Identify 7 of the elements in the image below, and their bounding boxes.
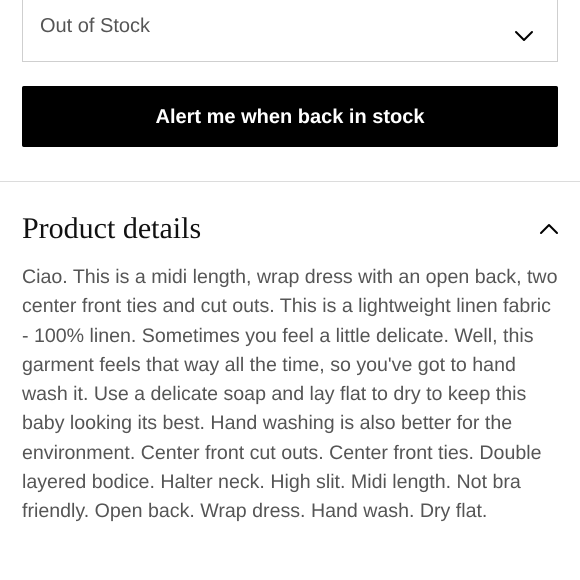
section-title: Product details <box>22 211 202 247</box>
alert-button[interactable]: Alert me when back in stock <box>22 86 558 147</box>
collapse-toggle[interactable] <box>540 224 558 234</box>
chevron-down-icon <box>515 31 533 41</box>
stock-select[interactable]: Out of Stock <box>22 0 558 62</box>
chevron-up-icon <box>540 224 558 234</box>
product-description: Ciao. This is a midi length, wrap dress with an open back, two center front ties and cut outs. This is a lightweight linen fabric - 100% linen. Sometimes you feel a little delicate. Well, this garment feels that way all the time, so you've got to hand wash it. Use a delicate soap and lay flat to dry to keep this baby looking its best. Hand washing is also better for the environment. Center front cut outs. Center front ties. Double layered bodice. Halter neck. High slit. Midi length. Not bra friendly. Open back. Wrap dress. Hand wash. Dry flat. <box>22 265 558 524</box>
